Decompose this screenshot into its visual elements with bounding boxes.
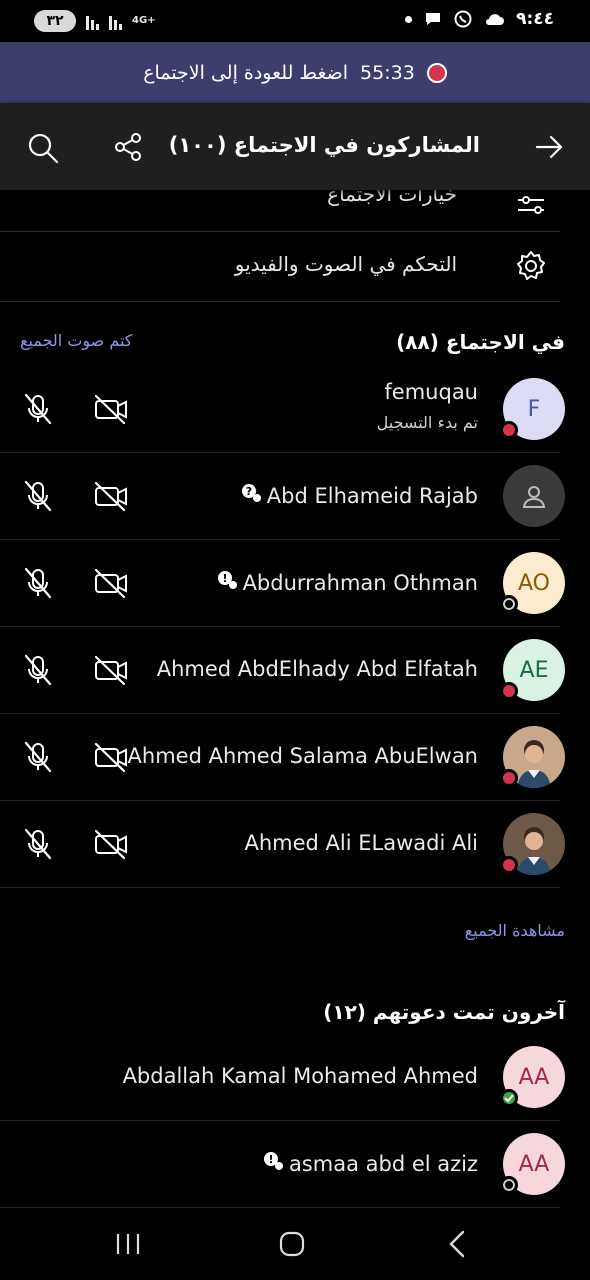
presence-status-icon xyxy=(500,1089,518,1107)
camera-off-icon[interactable] xyxy=(93,567,129,599)
avatar-initials: F xyxy=(527,396,541,422)
participant-row[interactable]: AE Ahmed AbdElhady Abd Elfatah xyxy=(0,627,565,714)
avatar-initials: AO xyxy=(518,570,550,596)
notification-dot-icon xyxy=(405,15,413,23)
invited-title: آخرون تمت دعوتهم (١٢) xyxy=(323,1000,565,1024)
cloud-icon xyxy=(486,14,505,25)
page-title: المشاركون في الاجتماع (١٠٠) xyxy=(168,133,480,157)
banner-label: اضغط للعودة إلى الاجتماع xyxy=(143,61,349,84)
person-icon xyxy=(522,486,546,508)
recording-icon xyxy=(426,62,447,83)
participant-row[interactable]: Ahmed Ahmed Salama AbuElwan xyxy=(0,714,565,801)
guest-badge: ! xyxy=(263,1151,283,1176)
check-icon xyxy=(504,1094,514,1103)
share-icon[interactable] xyxy=(112,131,144,163)
participant-name: Ahmed Ahmed Salama AbuElwan xyxy=(128,744,478,768)
battery-indicator: ٣٢ xyxy=(34,10,76,32)
participant-row[interactable]: Ffemuqau تم بدء التسجيل xyxy=(0,366,565,453)
participant-status-text: تم بدء التسجيل xyxy=(376,413,478,432)
avatar-initials: AA xyxy=(518,1151,550,1177)
signal-icon-2 xyxy=(109,12,122,30)
view-all-link[interactable]: مشاهدة الجميع xyxy=(465,921,565,940)
mic-off-icon[interactable] xyxy=(22,392,54,426)
mic-off-icon[interactable] xyxy=(22,479,54,513)
status-left: ٣٢ 4G+ xyxy=(34,10,156,32)
status-right: ٩:٤٤ xyxy=(405,9,554,29)
participant-row[interactable]: AA! asmaa abd el aziz xyxy=(0,1121,565,1208)
svg-text:?: ? xyxy=(246,485,252,498)
chat-icon xyxy=(426,13,441,25)
back-arrow-icon[interactable] xyxy=(534,132,564,162)
in-meeting-title: في الاجتماع (٨٨) xyxy=(396,330,565,354)
banner-timer: 55:33 xyxy=(360,61,415,84)
camera-off-icon[interactable] xyxy=(93,741,129,773)
guest-warning-icon: ! xyxy=(217,571,237,589)
participant-name-text: Ahmed Ahmed Salama AbuElwan xyxy=(127,744,478,768)
participant-row[interactable]: AO! Abdurrahman Othman xyxy=(0,540,565,627)
audio-video-label: التحكم في الصوت والفيديو xyxy=(234,252,457,276)
avatar xyxy=(503,465,565,527)
camera-off-icon[interactable] xyxy=(93,828,129,860)
status-bar: ٣٢ 4G+ ٩:٤٤ xyxy=(0,0,590,42)
presence-status-icon xyxy=(500,769,518,787)
audio-video-control-row[interactable]: التحكم في الصوت والفيديو xyxy=(0,232,560,302)
participants-header: المشاركون في الاجتماع (١٠٠) xyxy=(0,103,590,190)
search-icon[interactable] xyxy=(26,131,60,165)
participant-name: ! Abdurrahman Othman xyxy=(217,570,478,595)
participant-name: ! asmaa abd el aziz xyxy=(263,1151,478,1176)
participant-name: femuqau xyxy=(384,380,478,404)
mic-off-icon[interactable] xyxy=(22,740,54,774)
guest-badge: ! xyxy=(217,570,237,595)
participant-name: Abdallah Kamal Mohamed Ahmed xyxy=(123,1064,478,1088)
recent-apps-icon[interactable] xyxy=(108,1228,148,1260)
participant-row[interactable]: Ahmed Ali ELawadi Ali xyxy=(0,801,565,888)
presence-status-icon xyxy=(500,682,518,700)
return-to-meeting-banner[interactable]: اضغط للعودة إلى الاجتماع 55:33 xyxy=(0,42,590,103)
avatar-initials: AE xyxy=(519,657,549,683)
presence-status-icon xyxy=(500,595,518,613)
participant-name-text: femuqau xyxy=(384,380,478,404)
signal-icon xyxy=(86,12,99,30)
svg-text:!: ! xyxy=(268,1153,273,1166)
system-nav-bar xyxy=(0,1208,590,1280)
participant-name-text: Ahmed Ali ELawadi Ali xyxy=(244,831,478,855)
guest-badge: ? xyxy=(241,483,261,508)
camera-off-icon[interactable] xyxy=(93,393,129,425)
camera-off-icon[interactable] xyxy=(93,480,129,512)
participant-name-text: Abdurrahman Othman xyxy=(242,570,478,595)
mic-off-icon[interactable] xyxy=(22,566,54,600)
participant-row[interactable]: ? Abd Elhameid Rajab xyxy=(0,453,565,540)
presence-status-icon xyxy=(500,421,518,439)
svg-text:!: ! xyxy=(222,572,227,585)
whatsapp-icon xyxy=(454,10,472,28)
participant-name-text: Ahmed AbdElhady Abd Elfatah xyxy=(156,657,478,681)
camera-off-icon[interactable] xyxy=(93,654,129,686)
network-type: 4G+ xyxy=(132,15,156,26)
participant-name: Ahmed AbdElhady Abd Elfatah xyxy=(157,657,478,681)
participant-name-text: asmaa abd el aziz xyxy=(288,1151,478,1176)
mute-all-link[interactable]: كتم صوت الجميع xyxy=(20,331,132,350)
participant-row[interactable]: AA Abdallah Kamal Mohamed Ahmed xyxy=(0,1034,565,1121)
participant-name-text: Abdallah Kamal Mohamed Ahmed xyxy=(122,1064,478,1088)
presence-status-icon xyxy=(500,856,518,874)
back-nav-icon[interactable] xyxy=(438,1228,478,1260)
guest-unknown-icon: ? xyxy=(241,484,261,502)
home-icon[interactable] xyxy=(272,1228,312,1260)
avatar-initials: AA xyxy=(518,1064,550,1090)
participant-name-text: Abd Elhameid Rajab xyxy=(266,483,478,508)
presence-status-icon xyxy=(500,1176,518,1194)
participant-name: Ahmed Ali ELawadi Ali xyxy=(244,831,478,855)
gear-icon xyxy=(517,251,545,280)
mic-off-icon[interactable] xyxy=(22,653,54,687)
guest-warning-icon: ! xyxy=(263,1152,283,1170)
clock: ٩:٤٤ xyxy=(516,9,554,29)
mic-off-icon[interactable] xyxy=(22,827,54,861)
participant-name: ? Abd Elhameid Rajab xyxy=(241,483,478,508)
